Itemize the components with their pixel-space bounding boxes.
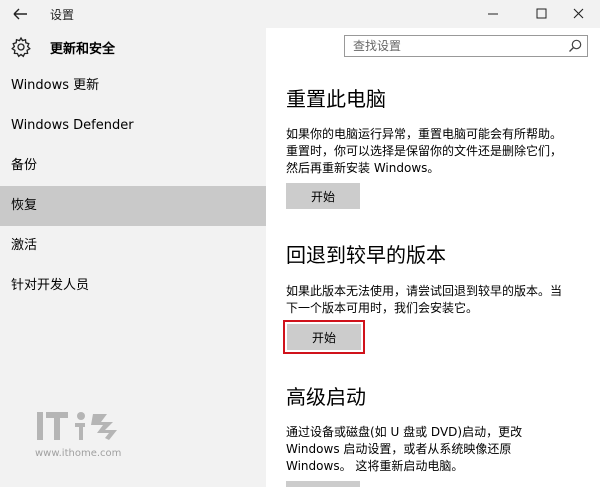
arrow-left-icon (13, 8, 27, 20)
ithome-watermark: www.ithome.com (35, 406, 135, 462)
close-icon (573, 8, 584, 19)
search-box (344, 35, 588, 57)
rollback-desc-line: 下一个版本可用时，我们会安装它。 (286, 301, 479, 315)
advanced-startup-desc-line: 通过设备或磁盘(如 U 盘或 DVD)启动，更改 (286, 425, 523, 439)
sidebar-nav: Windows 更新 Windows Defender 备份 恢复 激活 针对开… (0, 66, 266, 306)
sidebar-item-windows-update[interactable]: Windows 更新 (0, 66, 266, 106)
search-icon[interactable] (567, 38, 583, 54)
rollback-start-button[interactable]: 开始 (287, 324, 361, 350)
advanced-startup-title: 高级启动 (286, 385, 366, 409)
sidebar-item-windows-defender[interactable]: Windows Defender (0, 106, 266, 146)
sidebar-item-activation[interactable]: 激活 (0, 226, 266, 266)
minimize-button[interactable] (470, 2, 516, 26)
advanced-startup-desc-line: Windows。 这将重新启动电脑。 (286, 459, 464, 473)
reset-pc-desc-line: 然后再重新安装 Windows。 (286, 161, 440, 175)
reset-pc-desc-line: 重置时，你可以选择是保留你的文件还是删除它们， (286, 144, 563, 158)
reset-pc-section: 重置此电脑 如果你的电脑运行异常，重置电脑可能会有所帮助。 重置时，你可以选择是… (286, 84, 586, 209)
section-title: 更新和安全 (50, 42, 116, 57)
watermark-url: www.ithome.com (35, 448, 122, 459)
sidebar-item-for-developers[interactable]: 针对开发人员 (0, 266, 266, 306)
rollback-desc-line: 如果此版本无法使用，请尝试回退到较早的版本。当 (286, 284, 563, 298)
advanced-startup-button-partial[interactable] (286, 481, 360, 487)
reset-pc-start-button[interactable]: 开始 (286, 183, 360, 209)
rollback-section: 回退到较早的版本 如果此版本无法使用，请尝试回退到较早的版本。当 下一个版本可用… (283, 240, 586, 354)
rollback-title: 回退到较早的版本 (286, 243, 446, 267)
highlight-box: 开始 (283, 320, 365, 354)
reset-pc-desc-line: 如果你的电脑运行异常，重置电脑可能会有所帮助。 (286, 127, 563, 141)
back-button[interactable] (8, 3, 32, 25)
main-content: 重置此电脑 如果你的电脑运行异常，重置电脑可能会有所帮助。 重置时，你可以选择是… (266, 66, 600, 487)
ithome-logo-icon (37, 412, 117, 440)
sidebar-item-backup[interactable]: 备份 (0, 146, 266, 186)
app-title: 设置 (50, 8, 75, 22)
advanced-startup-section: 高级启动 通过设备或磁盘(如 U 盘或 DVD)启动，更改 Windows 启动… (286, 382, 586, 487)
sidebar-item-recovery[interactable]: 恢复 (0, 186, 266, 226)
title-bar: 设置 (0, 0, 600, 28)
reset-pc-title: 重置此电脑 (286, 87, 386, 111)
close-button[interactable] (556, 2, 600, 26)
gear-icon (11, 36, 31, 58)
sidebar-header: 更新和安全 (0, 28, 266, 66)
search-input[interactable] (345, 36, 563, 56)
advanced-startup-desc-line: Windows 启动设置，或者从系统映像还原 (286, 442, 512, 456)
minimize-icon (488, 13, 498, 15)
